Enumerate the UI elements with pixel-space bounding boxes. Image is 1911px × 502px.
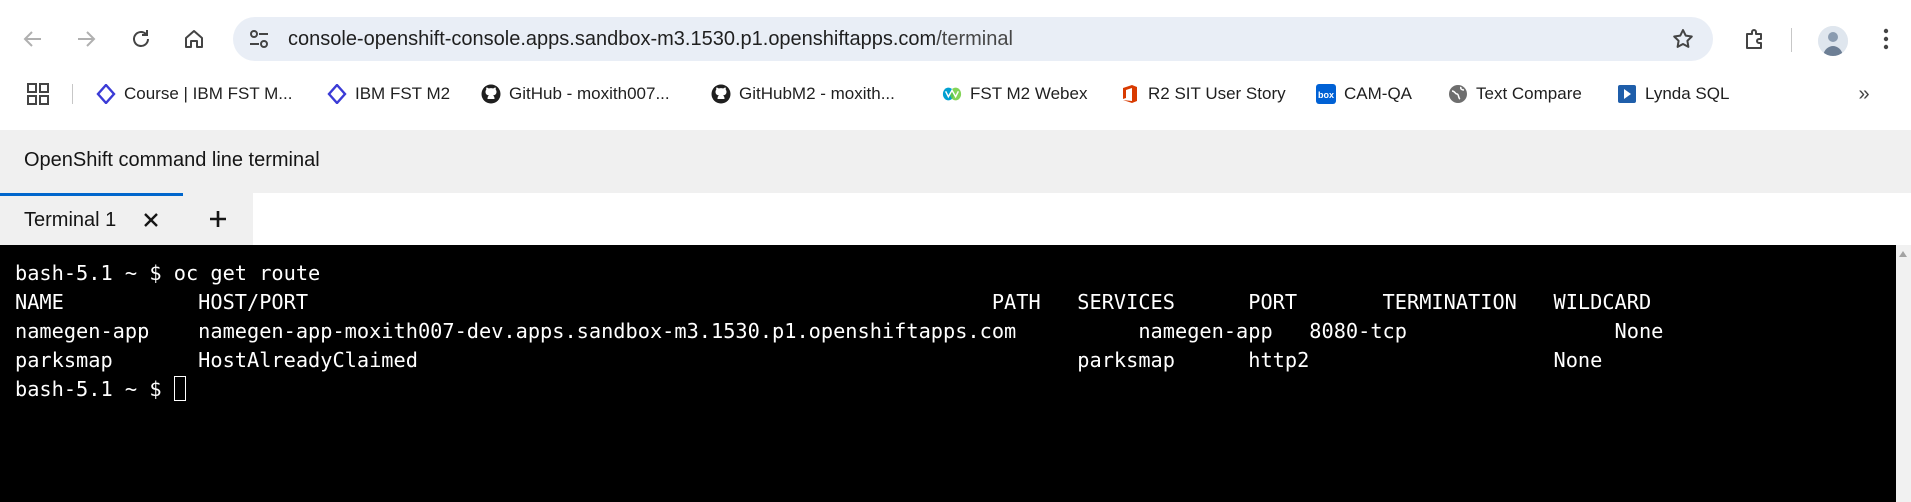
more-vertical-icon — [1883, 28, 1889, 50]
url-text[interactable]: console-openshift-console.apps.sandbox-m… — [288, 17, 1013, 61]
bookmark-label: R2 SIT User Story — [1148, 84, 1286, 103]
home-icon — [185, 30, 203, 48]
terminal-scrollbar[interactable] — [1896, 245, 1911, 502]
diamond-icon — [96, 84, 116, 104]
terminal-line: NAME HOST/PORT PATH SERVICES PORT TERMIN… — [15, 290, 1652, 314]
bookmark-item[interactable]: GitHubM2 - moxith... — [711, 78, 895, 110]
bookmarks-bar: Course | IBM FST M... IBM FST M2 GitHub … — [0, 78, 1911, 110]
bookmark-item[interactable]: FST M2 Webex — [942, 78, 1087, 110]
globe-icon — [1448, 84, 1468, 104]
bookmark-star-icon[interactable] — [1671, 27, 1695, 51]
terminal-output[interactable]: bash-5.1 ~ $ oc get route NAME HOST/PORT… — [0, 245, 1896, 502]
arrow-left-icon — [23, 31, 41, 47]
svg-text:box: box — [1318, 90, 1334, 100]
bookmark-item[interactable]: GitHub - moxith007... — [481, 78, 670, 110]
plus-icon — [210, 211, 226, 227]
extensions-button[interactable] — [1738, 22, 1772, 56]
terminal-prompt: bash-5.1 ~ $ — [15, 377, 174, 401]
bookmark-item[interactable]: Text Compare — [1448, 78, 1582, 110]
apps-grid-icon[interactable] — [26, 82, 50, 106]
chevron-double-right-icon[interactable]: » — [1852, 82, 1876, 106]
back-button[interactable] — [16, 22, 50, 56]
bookmark-item[interactable]: IBM FST M2 — [327, 78, 450, 110]
box-icon: box — [1316, 84, 1336, 104]
tab-label: Terminal 1 — [24, 209, 117, 231]
address-bar[interactable]: console-openshift-console.apps.sandbox-m… — [233, 17, 1713, 61]
add-tab-button[interactable] — [183, 193, 253, 245]
terminal-cursor — [173, 376, 186, 401]
url-host: console-openshift-console.apps.sandbox-m… — [288, 28, 937, 50]
browser-toolbar: console-openshift-console.apps.sandbox-m… — [0, 0, 1911, 78]
page-title: OpenShift command line terminal — [24, 149, 320, 171]
diamond-icon — [327, 84, 347, 104]
bookmark-item[interactable]: Course | IBM FST M... — [96, 78, 292, 110]
reload-icon — [133, 30, 149, 47]
forward-button[interactable] — [69, 22, 103, 56]
bookmark-label: FST M2 Webex — [970, 84, 1088, 103]
office-icon — [1120, 84, 1140, 104]
github-icon — [481, 84, 501, 104]
close-icon[interactable] — [141, 210, 161, 230]
terminal-prompt-line: bash-5.1 ~ $ — [15, 375, 186, 404]
play-icon — [1617, 84, 1637, 104]
terminal-line: namegen-app namegen-app-moxith007-dev.ap… — [15, 319, 1664, 343]
site-info-icon[interactable] — [247, 27, 271, 51]
tab-strip-empty — [253, 193, 1911, 245]
app-header: OpenShift command line terminal — [0, 130, 1911, 193]
terminal-line: parksmap HostAlreadyClaimed parksmap htt… — [15, 348, 1603, 372]
bookmark-item[interactable]: box CAM-QA — [1316, 78, 1412, 110]
bookmark-label: Lynda SQL — [1645, 84, 1730, 103]
home-button[interactable] — [177, 22, 211, 56]
bookmark-label: GitHub - moxith007... — [509, 84, 670, 103]
arrow-right-icon — [78, 31, 96, 47]
bookmark-item[interactable]: Lynda SQL — [1617, 78, 1729, 110]
bookmark-label: GitHubM2 - moxith... — [739, 84, 895, 103]
browser-menu-button[interactable] — [1874, 22, 1898, 56]
reload-button[interactable] — [124, 22, 158, 56]
bookmark-label: Text Compare — [1476, 84, 1582, 103]
tab-terminal-1[interactable]: Terminal 1 — [0, 193, 183, 245]
scroll-up-arrow-icon[interactable] — [1899, 251, 1907, 257]
webex-icon — [942, 84, 962, 104]
bookmark-item[interactable]: R2 SIT User Story — [1120, 78, 1286, 110]
bookmark-label: Course | IBM FST M... — [124, 84, 293, 103]
bookmark-label: IBM FST M2 — [355, 84, 451, 103]
puzzle-icon — [1746, 29, 1762, 49]
url-path: /terminal — [936, 28, 1013, 50]
bookmarks-divider — [72, 84, 73, 104]
profile-avatar[interactable] — [1818, 26, 1848, 56]
terminal-tabs: Terminal 1 — [0, 193, 1911, 245]
terminal-line: bash-5.1 ~ $ oc get route — [15, 261, 321, 285]
bookmark-label: CAM-QA — [1344, 84, 1412, 103]
toolbar-divider — [1791, 28, 1792, 52]
github-icon — [711, 84, 731, 104]
